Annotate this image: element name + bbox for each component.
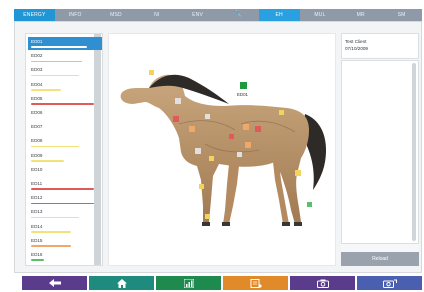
list-item-label: ED08 — [31, 138, 43, 144]
level-bar — [31, 216, 79, 219]
client-name: Test Client — [345, 39, 367, 44]
camera-switch-icon — [382, 279, 397, 288]
wrench-icon: 🔧 — [233, 11, 243, 18]
point-marker[interactable] — [307, 202, 312, 207]
point-marker[interactable] — [149, 70, 154, 75]
list-item[interactable]: ED08 — [28, 136, 102, 149]
bottom-toolbar — [22, 276, 422, 292]
top-tab-bar: ENERGY INFO MSD NI ENV 🔧 EH MUL MR SM — [14, 9, 422, 21]
point-marker[interactable] — [195, 148, 201, 154]
client-info: Test Client 07/10/2009 — [341, 33, 419, 59]
level-bar — [31, 89, 61, 91]
list-item-label: ED03 — [31, 67, 43, 73]
home-icon — [116, 278, 127, 288]
list-item[interactable]: ED09 — [28, 151, 102, 164]
list-item[interactable]: ED04 — [28, 80, 102, 93]
right-panel: Test Client 07/10/2009 Reload — [341, 33, 419, 266]
notes-area[interactable] — [341, 60, 419, 244]
home-button[interactable] — [89, 276, 154, 290]
list-item-label: ED02 — [31, 53, 43, 59]
point-list: ED01 ED02 ED03 ED04 ED05 ED06 ED07 ED08 ED09 ED10… — [25, 33, 103, 266]
point-marker[interactable] — [255, 126, 261, 132]
list-item[interactable]: ED12 — [28, 193, 102, 206]
callout-marker[interactable] — [240, 82, 247, 89]
point-marker[interactable] — [175, 98, 181, 104]
reload-button[interactable]: Reload — [341, 252, 419, 266]
level-bar — [31, 74, 79, 77]
level-bar — [31, 231, 71, 233]
tab-info[interactable]: INFO — [55, 9, 96, 21]
level-bar — [31, 46, 88, 48]
tab-mul[interactable]: MUL — [300, 9, 341, 21]
list-item[interactable]: ED05 — [28, 94, 102, 107]
level-bar — [31, 103, 95, 105]
point-marker[interactable] — [205, 114, 210, 119]
list-item[interactable]: ED06 — [28, 108, 102, 121]
list-item[interactable]: ED16 — [28, 250, 102, 263]
tab-energy[interactable]: ENERGY — [14, 9, 55, 21]
list-item-label: ED07 — [31, 124, 43, 130]
list-item[interactable]: ED10 — [28, 165, 102, 178]
horse-model[interactable] — [109, 34, 337, 267]
level-bar — [31, 202, 95, 205]
level-bar — [31, 259, 45, 261]
list-item[interactable]: ED15 — [28, 236, 102, 249]
list-item-label: ED04 — [31, 81, 43, 87]
tab-ni[interactable]: NI — [136, 9, 177, 21]
point-marker[interactable] — [245, 142, 251, 148]
list-item-label: ED06 — [31, 110, 43, 115]
tab-mr[interactable]: MR — [340, 9, 381, 21]
camera-switch-button[interactable] — [357, 276, 422, 290]
chart-button[interactable] — [156, 276, 221, 290]
document-icon — [250, 278, 262, 288]
list-item[interactable]: ED11 — [28, 179, 102, 192]
point-marker[interactable] — [189, 126, 195, 132]
notes-scrollbar[interactable] — [412, 63, 416, 241]
list-item-label: ED11 — [31, 181, 43, 186]
list-item-label: ED09 — [31, 152, 43, 158]
point-marker[interactable] — [173, 116, 179, 122]
list-item-label: ED16 — [31, 252, 43, 257]
list-item-label: ED14 — [31, 223, 43, 229]
back-arrow-icon — [48, 279, 61, 287]
back-button[interactable] — [22, 276, 87, 290]
list-item-label: ED13 — [31, 209, 43, 215]
document-button[interactable] — [223, 276, 288, 290]
level-bar — [31, 145, 79, 148]
point-marker[interactable] — [209, 156, 214, 161]
tab-tools[interactable]: 🔧 — [218, 9, 259, 21]
camera-button[interactable] — [290, 276, 355, 290]
list-item-label: ED05 — [31, 95, 43, 101]
point-marker[interactable] — [243, 124, 249, 130]
point-marker[interactable] — [237, 152, 242, 157]
list-item[interactable]: ED02 — [28, 51, 102, 64]
level-bar — [31, 60, 83, 63]
point-marker[interactable] — [205, 214, 210, 219]
level-bar — [31, 188, 95, 190]
point-marker[interactable] — [295, 170, 301, 176]
level-bar — [31, 160, 64, 162]
chart-icon — [183, 278, 194, 288]
client-date: 07/10/2009 — [345, 46, 368, 51]
tab-sm[interactable]: SM — [381, 9, 422, 21]
list-item[interactable]: ED14 — [28, 222, 102, 235]
tab-msd[interactable]: MSD — [96, 9, 137, 21]
tab-eh[interactable]: EH — [258, 9, 300, 21]
list-item[interactable]: ED01 — [28, 37, 102, 50]
list-item-label: ED15 — [31, 237, 43, 243]
point-marker[interactable] — [279, 110, 284, 115]
list-item-label: ED10 — [31, 166, 43, 172]
level-bar — [31, 245, 71, 247]
camera-icon — [316, 279, 329, 288]
list-item[interactable]: ED07 — [28, 122, 102, 135]
point-marker[interactable] — [199, 184, 204, 189]
list-item-label: ED01 — [31, 39, 43, 44]
list-item[interactable]: ED03 — [28, 65, 102, 78]
point-marker[interactable] — [229, 134, 234, 139]
callout-label: ED01 — [237, 92, 248, 97]
list-item[interactable]: ED13 — [28, 207, 102, 220]
tab-env[interactable]: ENV — [177, 9, 218, 21]
list-item-label: ED12 — [31, 195, 43, 201]
model-viewport[interactable]: ED01 — [108, 33, 336, 266]
